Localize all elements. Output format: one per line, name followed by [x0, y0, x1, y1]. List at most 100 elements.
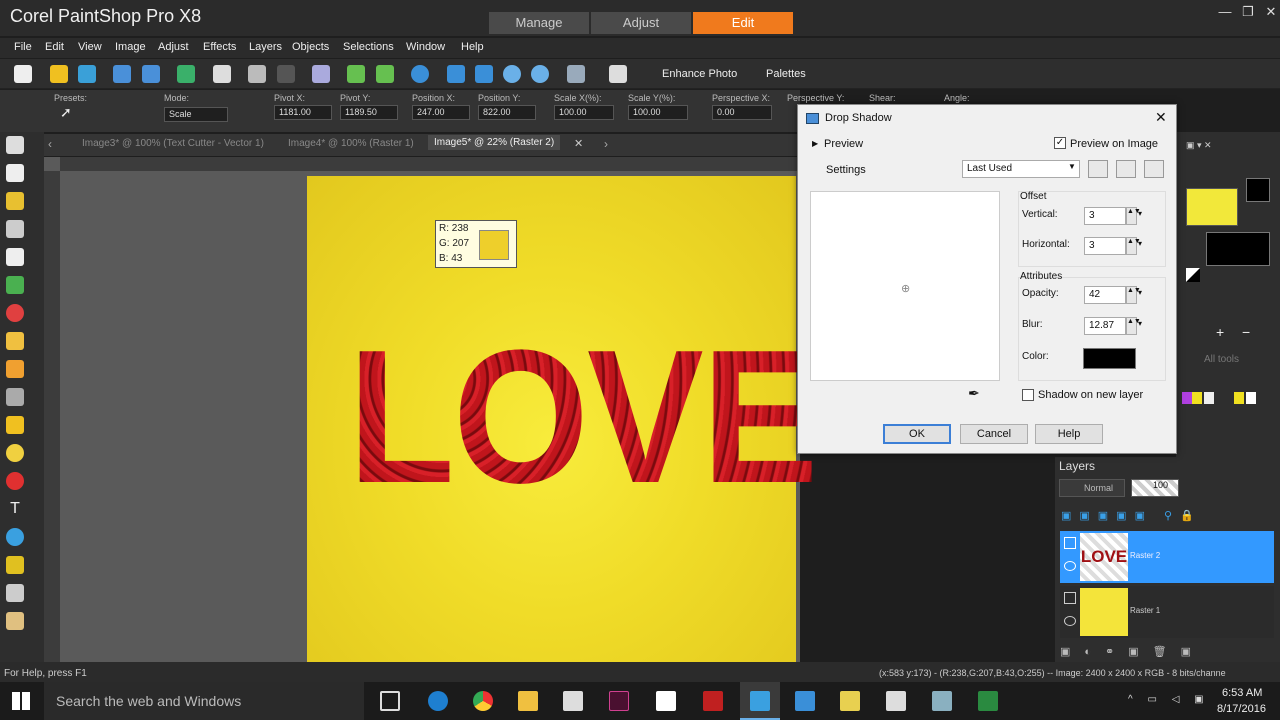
randomize-icon[interactable] [1116, 160, 1136, 178]
preview-label[interactable]: Preview [824, 138, 863, 150]
folder-icon[interactable] [840, 691, 860, 711]
doc-tab-image3[interactable]: Image3* @ 100% (Text Cutter - Vector 1) [82, 138, 264, 149]
share-icon[interactable] [177, 65, 195, 83]
close-tab-icon[interactable]: ✕ [574, 137, 583, 150]
file-explorer-icon[interactable] [518, 691, 538, 711]
preview-pane[interactable]: ⊕ [810, 191, 1000, 381]
background-material[interactable] [1206, 232, 1270, 266]
layer-group-icon[interactable] [1064, 592, 1076, 604]
pivot-x-input[interactable]: 1181.00 [274, 105, 332, 120]
crop-icon[interactable] [312, 65, 330, 83]
straighten-icon[interactable] [6, 276, 24, 294]
new-file-icon[interactable] [14, 65, 32, 83]
palettes-menu[interactable]: Palettes [766, 68, 806, 80]
save-as-icon[interactable] [142, 65, 160, 83]
enhance-photo-menu[interactable]: Enhance Photo [662, 68, 737, 80]
vertical-spinner-icon[interactable]: ▲▼ [1126, 207, 1141, 225]
blur-slider-icon[interactable]: ▾ [1138, 319, 1142, 328]
opacity-input[interactable]: 42 [1084, 286, 1126, 304]
store-icon[interactable] [563, 691, 583, 711]
doc-tab-image4[interactable]: Image4* @ 100% (Raster 1) [288, 138, 414, 149]
text-tool-icon[interactable]: T [6, 500, 24, 518]
retouch-icon[interactable] [6, 388, 24, 406]
vertical-input[interactable]: 3 [1084, 207, 1126, 225]
rotate-left-icon[interactable] [347, 65, 365, 83]
fit-window-icon[interactable] [447, 65, 465, 83]
picture-tube-icon[interactable] [6, 472, 24, 490]
windows-start-icon[interactable] [12, 692, 30, 710]
menu-image[interactable]: Image [115, 41, 146, 53]
indesign-icon[interactable] [609, 691, 629, 711]
photos-icon[interactable] [886, 691, 906, 711]
swatch-purple[interactable] [1182, 392, 1192, 404]
restore-icon[interactable]: ❐ [1237, 4, 1259, 20]
red-eye-icon[interactable] [6, 304, 24, 322]
undo-icon[interactable] [248, 65, 266, 83]
app-icon[interactable] [932, 691, 952, 711]
vertical-slider-icon[interactable]: ▾ [1138, 209, 1142, 218]
love-text-layer[interactable]: LOVE [348, 322, 818, 512]
swap-colors-icon[interactable] [1186, 268, 1200, 282]
palette-controls-icon[interactable]: ▣ ▾ ✕ [1186, 140, 1266, 150]
scale-x-input[interactable]: 100.00 [554, 105, 614, 120]
preview-on-image-checkbox[interactable]: ✓ [1054, 137, 1066, 149]
crop-tool-icon[interactable] [6, 248, 24, 266]
menu-edit[interactable]: Edit [45, 41, 64, 53]
dialog-close-icon[interactable]: ✕ [1155, 109, 1167, 126]
fit-image-icon[interactable] [475, 65, 493, 83]
task-view-icon[interactable] [380, 691, 400, 711]
paint-brush-icon[interactable] [6, 360, 24, 378]
makeover-icon[interactable] [6, 332, 24, 350]
open-folder-icon[interactable] [50, 65, 68, 83]
horizontal-input[interactable]: 3 [1084, 237, 1126, 255]
save-icon[interactable] [113, 65, 131, 83]
menu-window[interactable]: Window [406, 41, 445, 53]
info-icon[interactable] [411, 65, 429, 83]
fill-icon[interactable] [6, 444, 24, 462]
settings-select[interactable]: Last Used [962, 160, 1080, 178]
menu-help[interactable]: Help [461, 41, 484, 53]
tabs-scroll-right-icon[interactable]: › [604, 137, 608, 151]
layer-toolbar-icons[interactable]: ▣▣▣▣▣ ⚲🔒 [1061, 509, 1271, 525]
help-button[interactable]: Help [1035, 424, 1103, 444]
tab-edit[interactable]: Edit [693, 12, 793, 34]
cancel-button[interactable]: Cancel [960, 424, 1028, 444]
perspective-x-input[interactable]: 0.00 [712, 105, 772, 120]
mesh-warp-icon[interactable] [6, 612, 24, 630]
layer-group-icon[interactable] [1064, 537, 1076, 549]
preview-expand-icon[interactable]: ▶ [812, 139, 818, 148]
warp-brush-icon[interactable] [6, 584, 24, 602]
minimize-icon[interactable]: — [1214, 4, 1236, 20]
layer-row-raster1[interactable]: Raster 1 [1060, 586, 1274, 638]
print-icon[interactable] [213, 65, 231, 83]
magic-wand-icon[interactable] [6, 192, 24, 210]
paintshop-taskbar-item[interactable] [740, 682, 780, 720]
menu-selections[interactable]: Selections [343, 41, 394, 53]
mode-select[interactable]: Scale [164, 107, 228, 122]
opacity-spinner-icon[interactable]: ▲▼ [1126, 286, 1141, 304]
background-color-swatch[interactable] [1246, 178, 1270, 202]
swatch-white-2[interactable] [1246, 392, 1256, 404]
blur-spinner-icon[interactable]: ▲▼ [1126, 317, 1141, 335]
swatch-yellow[interactable] [1192, 392, 1202, 404]
edge-icon[interactable] [428, 691, 448, 711]
blend-mode-select[interactable]: Normal [1059, 479, 1125, 497]
foreground-color-swatch[interactable] [1186, 188, 1238, 226]
notepad-icon[interactable] [656, 691, 676, 711]
all-tools-checkbox[interactable]: All tools [1204, 354, 1239, 365]
layers-bottom-icons[interactable]: ▣◐⚭▣🗑▣ [1060, 645, 1274, 661]
zoom-in-icon[interactable] [531, 65, 549, 83]
layer-row-raster2[interactable]: LOVE Raster 2 [1060, 531, 1274, 583]
redo-icon[interactable] [277, 65, 295, 83]
visibility-eye-icon[interactable] [1064, 616, 1076, 626]
camtasia-icon[interactable] [978, 691, 998, 711]
tab-adjust[interactable]: Adjust [591, 12, 691, 34]
reset-icon[interactable] [1144, 160, 1164, 178]
tabs-scroll-left-icon[interactable]: ‹ [48, 137, 52, 151]
pick-tool-preset-icon[interactable]: ➚ [60, 104, 84, 122]
tab-manage[interactable]: Manage [489, 12, 589, 34]
save-preset-icon[interactable] [1088, 160, 1108, 178]
layer-opacity-input[interactable]: 100 [1131, 479, 1179, 497]
taskbar-search-box[interactable]: Search the web and Windows [44, 682, 364, 720]
rotate-right-icon[interactable] [376, 65, 394, 83]
